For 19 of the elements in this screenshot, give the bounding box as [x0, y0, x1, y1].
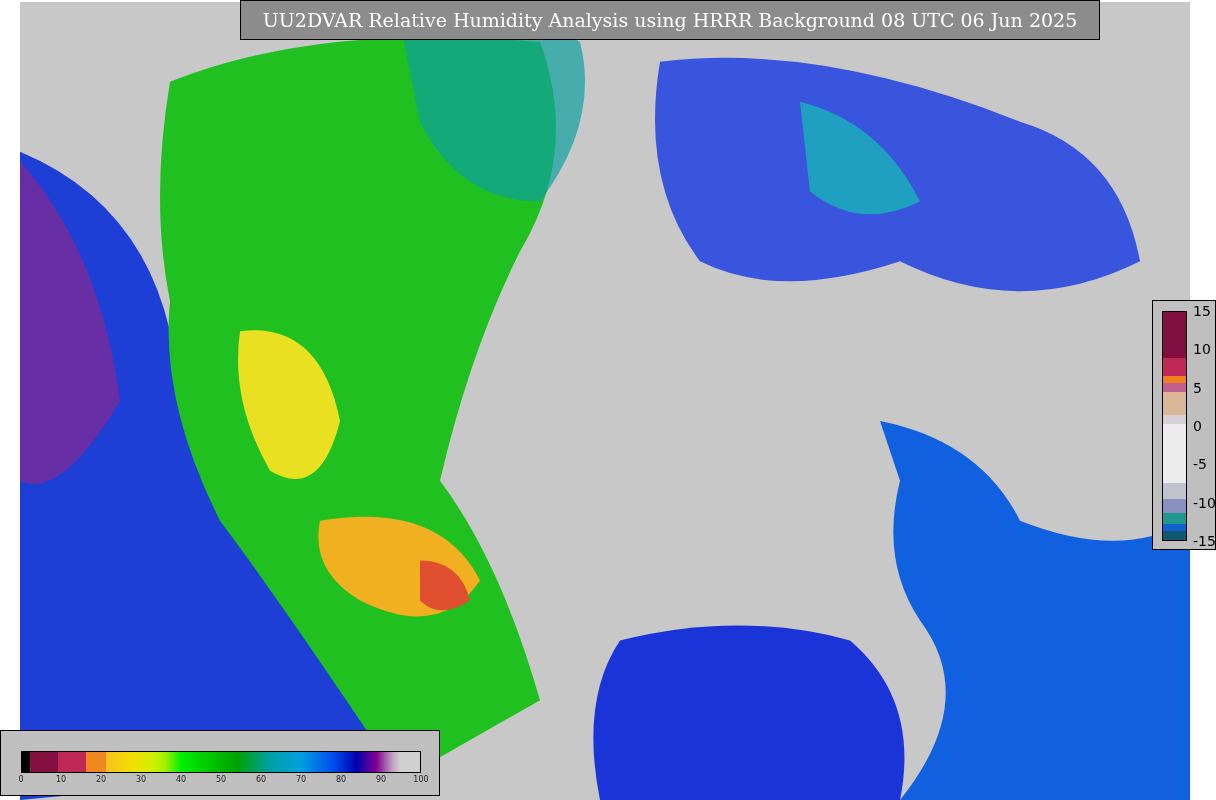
colorbar-tick-label: 60	[255, 776, 267, 784]
colorbar-tick-label: 20	[95, 776, 107, 784]
colorbar-tick-label: 30	[135, 776, 147, 784]
colorbar-tick-label: -5	[1193, 457, 1207, 472]
colorbar-tick-label: 100	[413, 776, 429, 784]
colorbar-tick-label: 5	[1193, 380, 1202, 395]
colorbar-tick-label: 0	[18, 776, 24, 784]
colorbar-tick-label: 10	[1193, 342, 1211, 357]
colorbar-tick-label: 70	[295, 776, 307, 784]
colorbar-tick-label: 0	[1193, 419, 1202, 433]
colorbar-tick-label: -15	[1193, 534, 1216, 548]
colorbar-tick-label: 40	[175, 776, 187, 784]
colorbar-tick-label: 10	[55, 776, 67, 784]
colorbar-tick-label: 80	[335, 776, 347, 784]
colorbar-tick-label: 90	[375, 776, 387, 784]
colorbar-tick-label: 15	[1193, 304, 1211, 318]
map-title: UU2DVAR Relative Humidity Analysis using HRRR Background 08 UTC 06 Jun 2025	[240, 0, 1100, 40]
colorbar-tick-label: 50	[215, 776, 227, 784]
colorbar-tick-label: -10	[1193, 495, 1216, 510]
